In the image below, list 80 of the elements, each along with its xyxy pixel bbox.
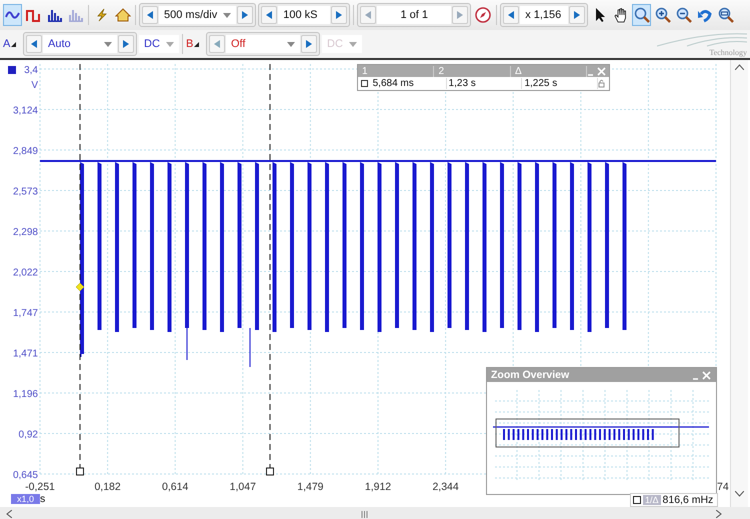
- caret-icon: [166, 42, 174, 46]
- y-axis-label: 0,92: [18, 430, 38, 440]
- y-axis-label: 0,645: [12, 470, 38, 481]
- measurement-value: 5,684 ms: [370, 78, 447, 89]
- previous-button[interactable]: [142, 6, 158, 24]
- lock-icon[interactable]: [598, 79, 606, 88]
- left-arrow-icon: [31, 40, 37, 48]
- range-dropdown[interactable]: Off: [226, 35, 300, 53]
- y-axis-label: 2,022: [12, 268, 38, 278]
- next-button[interactable]: [118, 35, 134, 53]
- y-axis-label: 2,298: [12, 227, 38, 238]
- zoom-field[interactable]: x 1,156: [520, 6, 568, 24]
- left-arrow-icon: [147, 11, 153, 19]
- x-axis-label: 74: [717, 481, 729, 493]
- y-axis-label: 3,4: [24, 65, 38, 76]
- x-unit-label: s: [40, 493, 46, 505]
- left-arrow-icon: [214, 40, 220, 48]
- channel-button[interactable]: A: [3, 34, 21, 54]
- range-dropdown[interactable]: Auto: [43, 35, 117, 53]
- right-arrow-icon: [574, 11, 580, 19]
- x-axis-label: 0,182: [94, 481, 121, 493]
- grip-icon[interactable]: [360, 510, 368, 518]
- x-axis-label: 2,344: [432, 481, 459, 493]
- compass-icon[interactable]: [475, 7, 492, 23]
- next-button[interactable]: [237, 6, 254, 24]
- y-axis-label: 2,573: [12, 186, 38, 198]
- y-axis-label: 1,471: [12, 348, 38, 360]
- right-arrow-icon: [457, 11, 464, 19]
- caret-icon: [349, 42, 357, 46]
- coupling-dropdown[interactable]: DC: [139, 35, 179, 53]
- caret-icon: [287, 42, 295, 46]
- corner-icon: [11, 42, 16, 46]
- previous-button[interactable]: [503, 6, 520, 24]
- x-axis-label: 0,614: [162, 481, 188, 493]
- channel-button[interactable]: B: [186, 34, 204, 54]
- right-arrow-icon: [242, 11, 248, 19]
- left-arrow-icon: [365, 11, 372, 19]
- column-header: Δ: [510, 66, 588, 76]
- next-button[interactable]: [569, 6, 586, 24]
- y-axis-label: 2,849: [12, 146, 38, 157]
- timebase-dropdown[interactable]: 500 ms/div: [159, 6, 236, 24]
- zoom-region-frame[interactable]: [496, 418, 680, 448]
- swoosh-icon: [657, 32, 747, 48]
- x-scale-badge[interactable]: x1,0: [11, 494, 40, 504]
- scope-mode-icon[interactable]: [3, 4, 22, 26]
- panel-title: Zoom Overview: [491, 369, 570, 381]
- left-arrow-icon: [508, 11, 514, 19]
- next-button[interactable]: [331, 6, 348, 24]
- zoom-region-icon[interactable]: [632, 4, 652, 26]
- caret-icon: [104, 42, 112, 46]
- caret-icon: [223, 12, 232, 18]
- x-axis-label: 1,912: [364, 481, 392, 493]
- square-icon: [633, 496, 641, 504]
- column-header: 2: [434, 66, 511, 76]
- corner-icon: [194, 42, 200, 46]
- vertical-scrollbar[interactable]: [730, 60, 748, 507]
- channel-indicator-icon: [8, 66, 16, 74]
- horizontal-scrollbar[interactable]: [0, 507, 750, 519]
- samples-field[interactable]: 100 kS: [278, 6, 330, 24]
- previous-button[interactable]: [261, 6, 278, 24]
- previous-button[interactable]: [26, 35, 42, 53]
- right-arrow-icon: [306, 40, 312, 48]
- right-arrow-icon: [123, 40, 129, 48]
- x-axis-label: 1,479: [297, 481, 324, 493]
- y-axis-label: 3,124: [12, 106, 38, 116]
- logo-text: Technology: [709, 48, 747, 56]
- buffer-field[interactable]: 1 of 1: [377, 6, 452, 24]
- measurement-value: 1,225 s: [522, 78, 598, 89]
- x-axis-label: 1,047: [230, 481, 256, 493]
- y-unit-label: V: [31, 80, 38, 91]
- frequency-readout: 816,6 mHz: [662, 494, 714, 506]
- y-axis-label: 1,747: [12, 308, 38, 319]
- column-header: 1: [358, 66, 434, 76]
- x-axis-label: -0,251: [25, 481, 55, 493]
- left-arrow-icon: [266, 11, 272, 19]
- measurement-value: 1,23 s: [446, 78, 522, 89]
- next-button[interactable]: [301, 35, 317, 53]
- right-arrow-icon: [336, 11, 342, 19]
- y-axis-label: 1,196: [12, 389, 38, 400]
- minimize-close-icons[interactable]: [692, 370, 712, 380]
